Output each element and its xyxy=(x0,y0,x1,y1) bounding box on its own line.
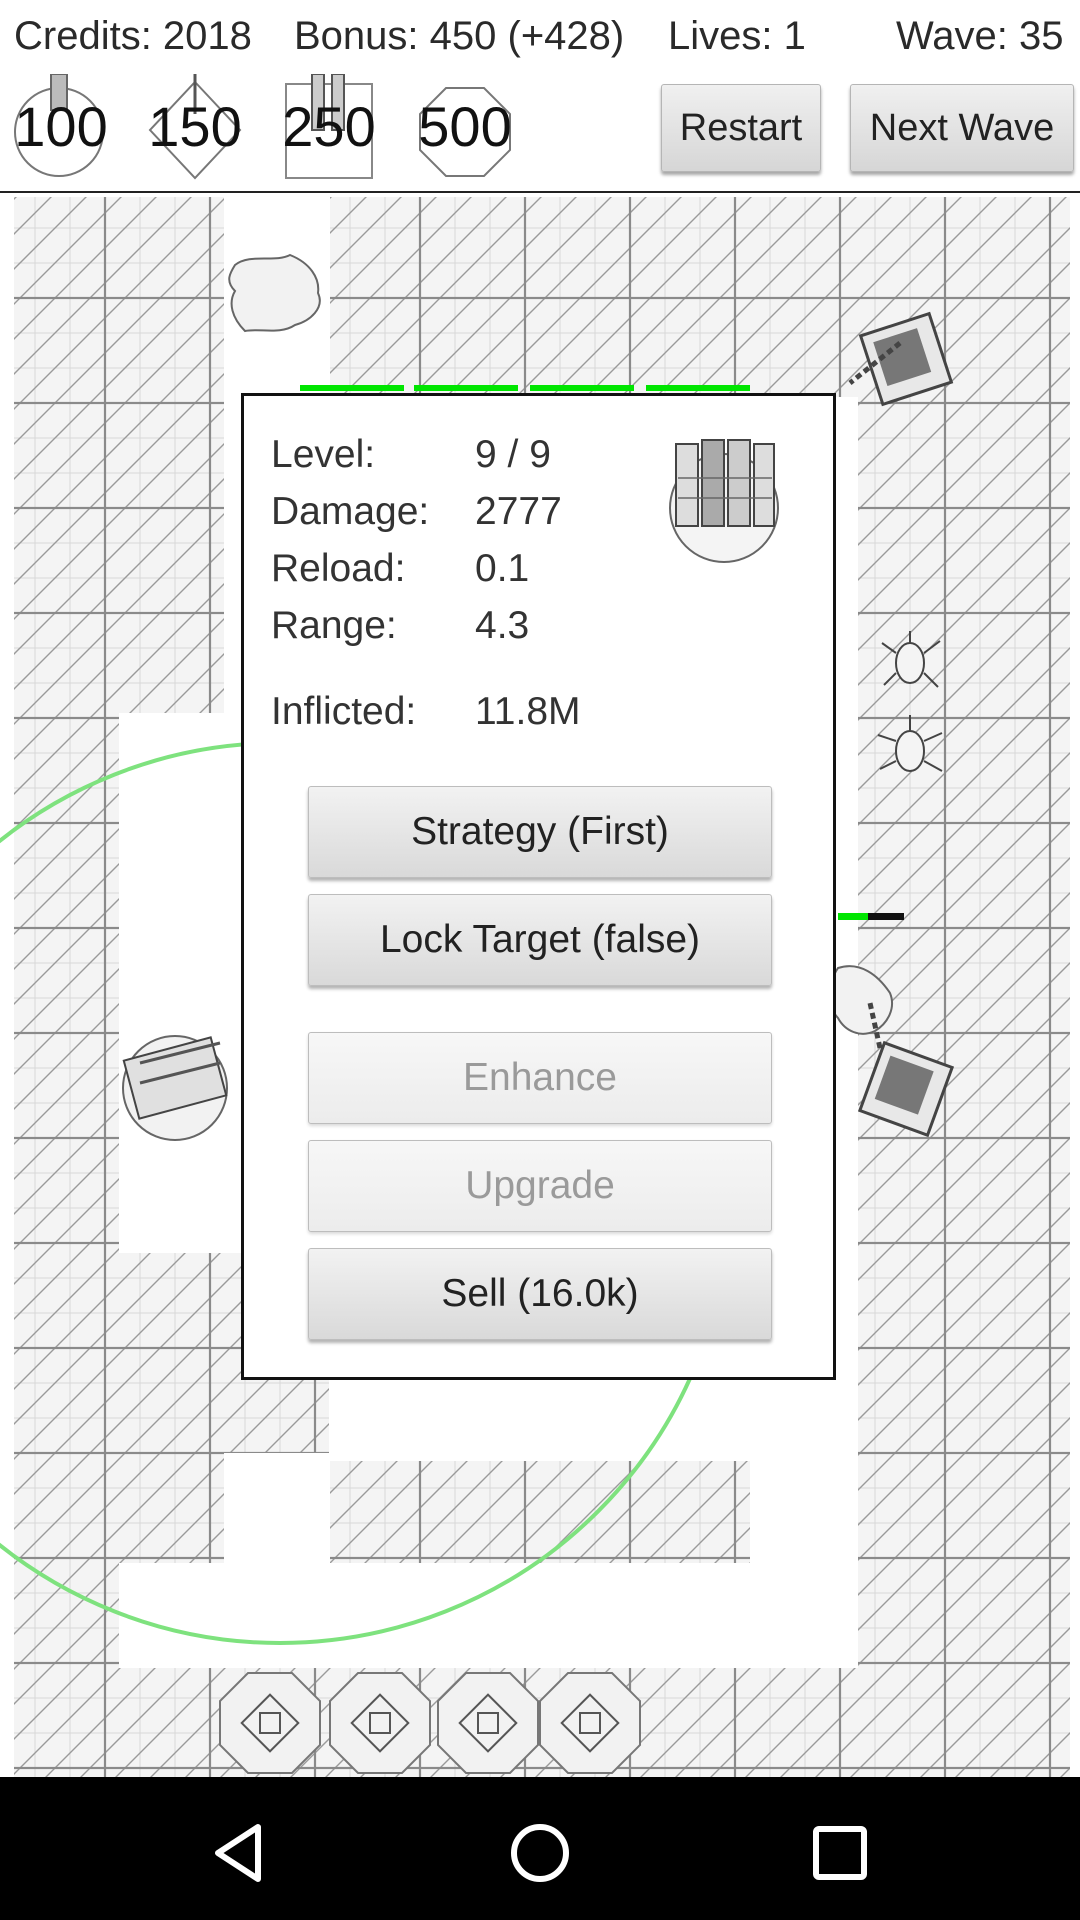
tower-info-dialog: Level: 9 / 9 Damage: 2777 Reload: 0.1 Ra… xyxy=(241,393,836,1380)
inflicted-label: Inflicted: xyxy=(271,690,417,733)
range-value: 4.3 xyxy=(475,604,530,647)
shop-multi-barrel-tower[interactable]: 250 xyxy=(274,74,384,182)
restart-button[interactable]: Restart xyxy=(661,84,821,172)
shop-price: 500 xyxy=(418,95,512,158)
shop-diamond-tower[interactable]: 150 xyxy=(140,74,250,182)
inflicted-value: 11.8M xyxy=(475,690,581,733)
shop-price: 100 xyxy=(14,95,108,158)
lock-target-button[interactable]: Lock Target (false) xyxy=(308,894,772,986)
recents-square-icon[interactable] xyxy=(800,1813,880,1893)
range-label: Range: xyxy=(271,604,397,647)
reload-label: Reload: xyxy=(271,547,406,590)
next-wave-button[interactable]: Next Wave xyxy=(850,84,1074,172)
android-nav-bar xyxy=(0,1777,1080,1920)
sell-button[interactable]: Sell (16.0k) xyxy=(308,1248,772,1340)
damage-value: 2777 xyxy=(475,490,562,533)
upgrade-button[interactable]: Upgrade xyxy=(308,1140,772,1232)
reload-value: 0.1 xyxy=(475,547,530,590)
bonus-counter: Bonus: 450 (+428) xyxy=(294,14,625,58)
shop-octagon-tower[interactable]: 500 xyxy=(410,74,520,182)
back-triangle-icon[interactable] xyxy=(200,1813,280,1893)
lives-counter: Lives: 1 xyxy=(668,14,806,58)
level-label: Level: xyxy=(271,433,376,476)
strategy-button[interactable]: Strategy (First) xyxy=(308,786,772,878)
damage-label: Damage: xyxy=(271,490,430,533)
multi-barrel-tower-icon xyxy=(669,439,779,563)
rock-obstacle xyxy=(228,253,321,333)
level-value: 9 / 9 xyxy=(475,433,551,476)
game-header: Credits: 2018 Bonus: 450 (+428) Lives: 1… xyxy=(0,0,1080,192)
tower-on-map[interactable] xyxy=(122,1035,228,1141)
credits-counter: Credits: 2018 xyxy=(14,14,252,58)
wave-counter: Wave: 35 xyxy=(896,14,1064,58)
shop-price: 250 xyxy=(282,95,376,158)
shop-price: 150 xyxy=(148,95,242,158)
enhance-button[interactable]: Enhance xyxy=(308,1032,772,1124)
shop-basic-tower[interactable]: 100 xyxy=(6,74,116,182)
home-circle-icon[interactable] xyxy=(500,1813,580,1893)
